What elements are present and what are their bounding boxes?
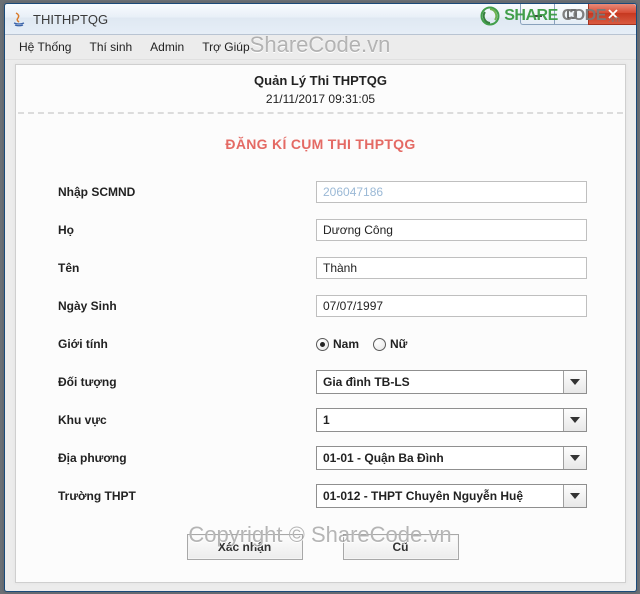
label-truong: Trường THPT (58, 489, 316, 503)
menu-tro-giup[interactable]: Trợ Giúp (194, 37, 257, 57)
button-row: Xác nhận Cũ (58, 534, 587, 560)
select-truong[interactable]: 01-012 - THPT Chuyên Nguyễn Huệ (316, 484, 587, 508)
input-ngaysinh[interactable] (316, 295, 587, 317)
radio-icon (373, 338, 386, 351)
form-title: ĐĂNG KÍ CỤM THI THPTQG (16, 136, 625, 152)
app-title: Quản Lý Thi THPTQG (18, 73, 623, 88)
label-khuvuc: Khu vực (58, 413, 316, 427)
registration-form: Nhập SCMND Họ Tên Ngày Sinh (16, 180, 625, 560)
radio-icon (316, 338, 329, 351)
label-scmnd: Nhập SCMND (58, 185, 316, 199)
chevron-down-icon (563, 409, 586, 431)
close-icon (607, 9, 619, 19)
app-window: THITHPTQG Hệ Thống Thí sinh Admin Trợ Gi… (4, 3, 637, 592)
radio-nam-label: Nam (333, 337, 359, 351)
select-diaphuong[interactable]: 01-01 - Quận Ba Đình (316, 446, 587, 470)
maximize-icon (567, 9, 577, 19)
close-button[interactable] (588, 4, 636, 25)
gender-radio-group: Nam Nữ (316, 337, 587, 351)
chevron-down-icon (563, 447, 586, 469)
menu-thi-sinh[interactable]: Thí sinh (81, 37, 140, 57)
title-bar[interactable]: THITHPTQG (5, 4, 636, 35)
minimize-icon (533, 9, 543, 19)
select-diaphuong-value: 01-01 - Quận Ba Đình (317, 447, 563, 469)
reset-button[interactable]: Cũ (343, 534, 459, 560)
chevron-down-icon (563, 371, 586, 393)
radio-nu-label: Nữ (390, 337, 407, 351)
select-doituong-value: Gia đình TB-LS (317, 371, 563, 393)
chevron-down-icon (563, 485, 586, 507)
window-title: THITHPTQG (33, 12, 108, 27)
radio-nu[interactable]: Nữ (373, 337, 407, 351)
label-ngaysinh: Ngày Sinh (58, 299, 316, 313)
window-controls (520, 4, 636, 26)
header-block: Quản Lý Thi THPTQG 21/11/2017 09:31:05 (18, 65, 623, 114)
select-truong-value: 01-012 - THPT Chuyên Nguyễn Huệ (317, 485, 563, 507)
menu-he-thong[interactable]: Hệ Thống (11, 37, 79, 57)
confirm-button[interactable]: Xác nhận (187, 534, 303, 560)
java-icon (11, 11, 27, 27)
label-ho: Họ (58, 223, 316, 237)
label-ten: Tên (58, 261, 316, 275)
maximize-button[interactable] (554, 4, 588, 25)
datetime-label: 21/11/2017 09:31:05 (18, 92, 623, 106)
select-khuvuc-value: 1 (317, 409, 563, 431)
radio-nam[interactable]: Nam (316, 337, 359, 351)
label-diaphuong: Địa phương (58, 451, 316, 465)
label-gioitinh: Giới tính (58, 337, 316, 351)
minimize-button[interactable] (520, 4, 554, 25)
select-khuvuc[interactable]: 1 (316, 408, 587, 432)
input-scmnd[interactable] (316, 181, 587, 203)
content-panel: Quản Lý Thi THPTQG 21/11/2017 09:31:05 Đ… (15, 64, 626, 583)
label-doituong: Đối tượng (58, 375, 316, 389)
input-ten[interactable] (316, 257, 587, 279)
select-doituong[interactable]: Gia đình TB-LS (316, 370, 587, 394)
menu-admin[interactable]: Admin (142, 37, 192, 57)
input-ho[interactable] (316, 219, 587, 241)
menu-bar: Hệ Thống Thí sinh Admin Trợ Giúp (5, 35, 636, 60)
